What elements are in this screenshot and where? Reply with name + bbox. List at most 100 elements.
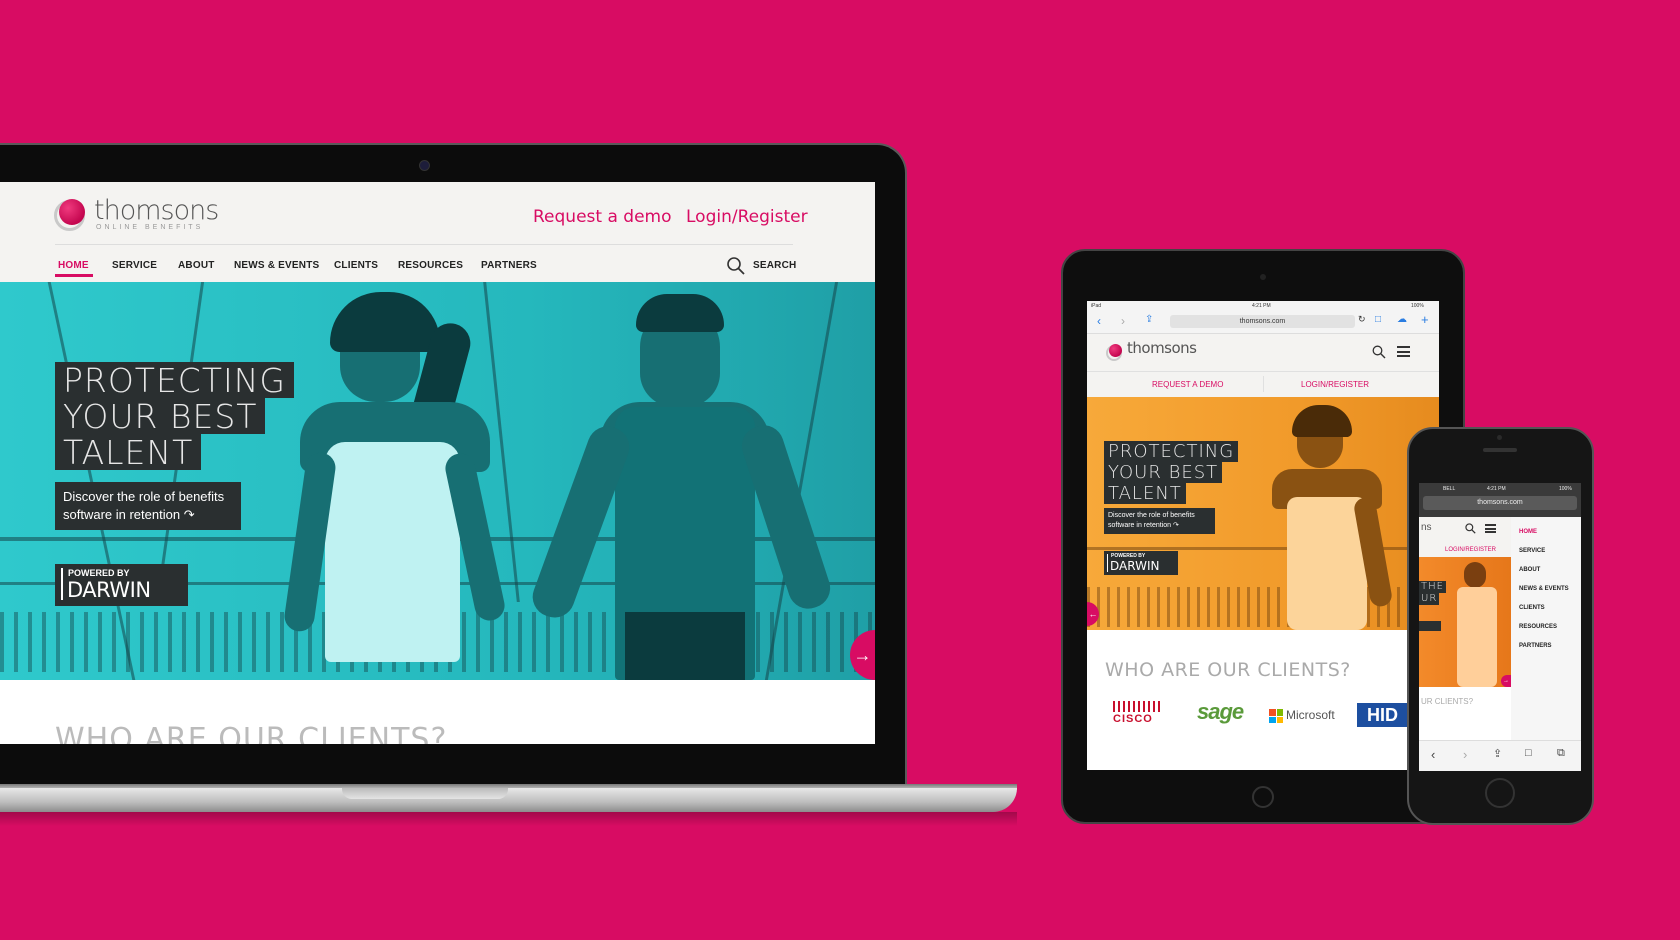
nav-news-events[interactable]: NEWS & EVENTS [234, 260, 319, 271]
laptop-notch [342, 788, 508, 799]
phone-clients-fragment: UR CLIENTS? [1421, 697, 1474, 706]
tablet-hero-line2: YOUR BEST [1104, 462, 1223, 483]
phone-menu-about[interactable]: ABOUT [1519, 567, 1540, 573]
new-tab-icon[interactable]: + [1421, 312, 1429, 327]
phone-menu-icon[interactable] [1485, 524, 1496, 533]
tablet-request-demo-link[interactable]: REQUEST A DEMO [1152, 380, 1223, 389]
hero-cta[interactable]: Discover the role of benefits software i… [55, 482, 241, 530]
logo-mark [59, 199, 85, 225]
cloud-icon[interactable]: ☁ [1397, 314, 1407, 325]
phone-menu-clients[interactable]: CLIENTS [1519, 605, 1545, 611]
tablet-url-bar[interactable]: thomsons.com [1170, 315, 1355, 328]
nav-clients[interactable]: CLIENTS [334, 260, 378, 271]
phone-menu-home[interactable]: HOME [1519, 529, 1537, 535]
tablet-menu-icon[interactable] [1397, 346, 1410, 357]
search-icon[interactable] [726, 256, 746, 276]
darwin-label: DARWIN [67, 578, 151, 602]
phone-forward-icon[interactable]: › [1463, 747, 1467, 762]
hero-cta-line2: software in retention [63, 507, 181, 522]
microsoft-logo-icon [1269, 709, 1283, 723]
phone-share-icon[interactable]: ⇪ [1493, 747, 1502, 760]
phone-speaker [1483, 448, 1517, 452]
phone-hero-fragment1: THE [1419, 581, 1446, 593]
tablet-hero-cta[interactable]: Discover the role of benefits software i… [1104, 508, 1215, 534]
phone-hero: THE UR → [1419, 557, 1511, 687]
phone-carousel-next[interactable]: → [1501, 675, 1511, 687]
back-icon[interactable]: ‹ [1097, 314, 1101, 328]
tablet-header: thomsons REQUEST A DEMO LOGIN/REGISTER [1087, 334, 1439, 397]
search-label[interactable]: SEARCH [753, 260, 796, 271]
phone-camera [1497, 435, 1502, 440]
desktop-hero: PROTECTING YOUR BEST TALENT Discover the… [0, 282, 875, 680]
nav-partners[interactable]: PARTNERS [481, 260, 537, 271]
phone-side-menu: HOME SERVICE ABOUT NEWS & EVENTS CLIENTS… [1511, 517, 1581, 740]
phone-menu-news-events[interactable]: NEWS & EVENTS [1519, 586, 1569, 592]
tablet-logo-mark [1109, 344, 1122, 357]
tablet-camera [1260, 274, 1266, 280]
phone-battery: 100% [1559, 486, 1572, 492]
phone-menu-service[interactable]: SERVICE [1519, 548, 1545, 554]
tablet-logo-text[interactable]: thomsons [1127, 339, 1197, 357]
client-logo-microsoft: Microsoft [1286, 708, 1335, 722]
phone-menu-resources[interactable]: RESOURCES [1519, 624, 1557, 630]
tablet-hero-line3: TALENT [1104, 483, 1186, 504]
tablet-share-arrow-icon: ↷ [1173, 522, 1179, 529]
share-arrow-icon: ↷ [183, 507, 195, 522]
phone-back-icon[interactable]: ‹ [1431, 747, 1435, 762]
phone-bookmarks-icon[interactable]: □ [1525, 747, 1532, 759]
tablet-hero-cta-line1: Discover the role of benefits [1108, 512, 1195, 519]
phone-arrow-right-icon: → [1503, 678, 1509, 684]
tablet-search-icon[interactable] [1372, 345, 1386, 359]
phone-home-button[interactable] [1485, 778, 1515, 808]
bookmarks-icon[interactable]: □ [1375, 314, 1381, 325]
desktop-header: thomsons ONLINE BENEFITS Request a demo … [0, 182, 875, 282]
phone-search-icon[interactable] [1465, 523, 1476, 534]
tablet-arrow-left-icon: ← [1088, 609, 1098, 619]
client-logo-cisco: CISCO [1113, 701, 1161, 725]
phone-tabs-icon[interactable]: ⧉ [1557, 747, 1565, 760]
nav-about[interactable]: ABOUT [178, 260, 215, 271]
laptop-base [0, 788, 1017, 812]
nav-home[interactable]: HOME [58, 260, 89, 271]
phone-hero-fragment2: UR [1419, 593, 1440, 605]
nav-resources[interactable]: RESOURCES [398, 260, 463, 271]
phone-menu-partners[interactable]: PARTNERS [1519, 643, 1552, 649]
reload-icon[interactable]: ↻ [1358, 314, 1366, 325]
forward-icon[interactable]: › [1121, 314, 1125, 328]
phone-website: BELL 4:21 PM 100% thomsons.com ns LOGIN/… [1419, 483, 1581, 771]
login-register-link[interactable]: Login/Register [686, 207, 808, 227]
laptop-camera [419, 160, 430, 171]
phone-browser-bar: BELL 4:21 PM 100% thomsons.com [1419, 483, 1581, 517]
tablet-website: iPad 4:21 PM 100% ‹ › ⇪ thomsons.com ↻ □… [1087, 301, 1439, 770]
hero-headline-line1: PROTECTING [55, 362, 295, 400]
tablet-device-label: iPad [1091, 303, 1102, 309]
tablet-home-button[interactable] [1252, 786, 1274, 808]
tablet-powered-by-badge: POWERED BY DARWIN [1104, 551, 1178, 575]
phone-logo-fragment: ns [1421, 522, 1432, 533]
desktop-website: thomsons ONLINE BENEFITS Request a demo … [0, 182, 875, 744]
logo-text[interactable]: thomsons [94, 195, 219, 226]
header-divider [55, 244, 793, 245]
phone-time: 4:21 PM [1487, 486, 1506, 492]
tablet-browser-toolbar: ‹ › ⇪ thomsons.com ↻ □ ☁ + [1087, 311, 1439, 334]
tablet-clients-title: WHO ARE OUR CLIENTS? [1105, 659, 1351, 681]
cisco-label: CISCO [1113, 713, 1153, 725]
phone-carrier: BELL [1443, 486, 1456, 492]
request-demo-link[interactable]: Request a demo [533, 207, 672, 227]
phone-login-link[interactable]: LOGIN/REGISTER [1445, 547, 1496, 553]
tablet-hero-cta-line2: software in retention [1108, 522, 1172, 529]
desktop-clients-title: WHO ARE OUR CLIENTS? [55, 722, 448, 744]
phone-browser-toolbar: ‹ › ⇪ □ ⧉ [1419, 740, 1581, 771]
phone-url-bar[interactable]: thomsons.com [1423, 496, 1577, 510]
tablet-status-bar: iPad 4:21 PM 100% [1087, 301, 1439, 311]
laptop-shadow [0, 812, 1017, 826]
share-icon[interactable]: ⇪ [1145, 314, 1153, 325]
tablet-hero: PROTECTING YOUR BEST TALENT Discover the… [1087, 397, 1439, 630]
phone-page: ns LOGIN/REGISTER THE UR → UR CLIENTS? [1419, 517, 1511, 740]
nav-service[interactable]: SERVICE [112, 260, 157, 271]
powered-by-darwin-badge: POWERED BY DARWIN [55, 564, 188, 606]
hero-headline-line2: YOUR BEST [55, 398, 266, 436]
tablet-time: 4:21 PM [1252, 303, 1271, 309]
tablet-login-register-link[interactable]: LOGIN/REGISTER [1301, 380, 1369, 389]
powered-by-label: POWERED BY [68, 568, 130, 578]
